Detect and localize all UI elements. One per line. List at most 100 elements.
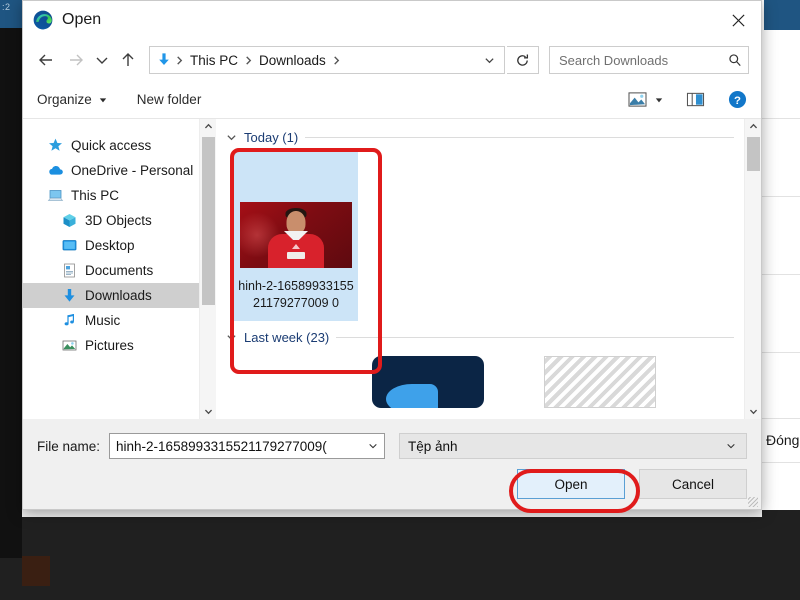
- view-layout-icon[interactable]: [623, 87, 651, 113]
- new-folder-label: New folder: [136, 92, 202, 107]
- thumbnail-shape: [386, 384, 438, 408]
- open-button-wrapper: Open: [517, 469, 625, 499]
- background-row-divider: [762, 274, 800, 275]
- scroll-up-icon[interactable]: [204, 122, 213, 131]
- preview-pane-icon[interactable]: [681, 87, 709, 113]
- tree-scrollbar-thumb[interactable]: [202, 137, 215, 305]
- view-options-caret-icon[interactable]: [651, 87, 667, 113]
- tree-scrollbar[interactable]: [199, 119, 216, 419]
- background-row-divider: [762, 418, 800, 419]
- breadcrumb-separator: [243, 55, 254, 65]
- forward-button[interactable]: [61, 45, 91, 75]
- refresh-button[interactable]: [507, 46, 539, 74]
- help-icon[interactable]: ?: [723, 87, 751, 113]
- downloads-arrow-icon: [156, 52, 172, 68]
- file-tile-partial[interactable]: [544, 356, 656, 408]
- group-label: Today (1): [244, 130, 299, 145]
- background-dark-swatch: [22, 556, 50, 586]
- navigation-tree: Quick access OneDrive - Personal This PC: [23, 119, 199, 419]
- file-tile-partial[interactable]: [372, 356, 484, 408]
- desktop-icon: [61, 237, 78, 254]
- back-button[interactable]: [31, 45, 61, 75]
- background-row-divider: [762, 118, 800, 119]
- sidebar-item-label: Downloads: [85, 288, 152, 303]
- group-header-last-week[interactable]: Last week (23): [222, 327, 744, 348]
- chevron-down-icon[interactable]: [226, 132, 237, 143]
- new-folder-button[interactable]: New folder: [137, 92, 202, 107]
- breadcrumb-separator: [331, 55, 342, 65]
- navigation-bar: This PC Downloads Search Downloads: [23, 39, 761, 81]
- sidebar-item-label: Pictures: [85, 338, 134, 353]
- background-row-divider: [762, 462, 800, 463]
- cube-icon: [61, 212, 78, 229]
- organize-label: Organize: [37, 92, 92, 107]
- background-row-divider: [762, 352, 800, 353]
- background-right-blue-header: [764, 0, 800, 30]
- cancel-button[interactable]: Cancel: [639, 469, 747, 499]
- chevron-down-icon[interactable]: [478, 47, 500, 73]
- cloud-icon: [47, 162, 64, 179]
- group-rule: [336, 337, 734, 338]
- sidebar-item-label: Desktop: [85, 238, 135, 253]
- picture-icon: [61, 337, 78, 354]
- up-one-level-button[interactable]: [113, 45, 143, 75]
- sidebar-item-desktop[interactable]: Desktop: [23, 233, 199, 258]
- search-icon: [728, 53, 742, 67]
- group-rule: [305, 137, 734, 138]
- recent-locations-button[interactable]: [91, 45, 113, 75]
- background-blurred-text: [2, 512, 5, 526]
- resize-grip[interactable]: [748, 497, 758, 507]
- file-type-dropdown[interactable]: Tệp ảnh: [399, 433, 747, 459]
- sidebar-item-label: Quick access: [71, 138, 152, 153]
- file-name-label: hinh-2-1658993315521179277009 0: [238, 279, 354, 310]
- dialog-title: Open: [62, 11, 102, 28]
- sidebar-item-label: Documents: [85, 263, 154, 278]
- organize-button[interactable]: Organize: [37, 92, 107, 107]
- scroll-down-icon[interactable]: [749, 407, 758, 416]
- breadcrumb-downloads[interactable]: Downloads: [254, 53, 331, 68]
- chevron-down-icon[interactable]: [722, 441, 740, 451]
- sidebar-item-label: OneDrive - Personal: [71, 163, 194, 178]
- sidebar-item-quick-access[interactable]: Quick access: [23, 133, 199, 158]
- scroll-up-icon[interactable]: [749, 122, 758, 131]
- file-tiles-last-week: [222, 356, 744, 408]
- scroll-down-icon[interactable]: [204, 407, 213, 416]
- file-list-scrollbar-thumb[interactable]: [747, 137, 760, 171]
- open-button[interactable]: Open: [517, 469, 625, 499]
- cancel-button-label: Cancel: [671, 476, 715, 492]
- chevron-down-icon[interactable]: [364, 441, 382, 451]
- computer-icon: [47, 187, 64, 204]
- sidebar-item-this-pc[interactable]: This PC: [23, 183, 199, 208]
- file-list-pane[interactable]: Today (1) hinh-2-1658993315521179277009 …: [216, 119, 744, 419]
- group-header-today[interactable]: Today (1): [222, 127, 744, 148]
- file-name-row: File name: hinh-2-1658993315521179277009…: [37, 433, 747, 459]
- edge-logo-icon: [33, 10, 53, 30]
- background-row-divider: [762, 196, 800, 197]
- sidebar-item-3d-objects[interactable]: 3D Objects: [23, 208, 199, 233]
- group-label: Last week (23): [244, 330, 330, 345]
- command-bar: Organize New folder ?: [23, 81, 761, 119]
- player-head: [286, 211, 306, 234]
- open-file-dialog: Open This PC Downloads Search Downloads …: [22, 0, 762, 510]
- breadcrumb-this-pc[interactable]: This PC: [185, 53, 243, 68]
- sidebar-item-pictures[interactable]: Pictures: [23, 333, 199, 358]
- search-input[interactable]: Search Downloads: [549, 46, 749, 74]
- background-blue-tile: :2: [0, 0, 22, 28]
- dialog-button-row: Open Cancel: [37, 469, 747, 499]
- address-breadcrumb-bar[interactable]: This PC Downloads: [149, 46, 505, 74]
- breadcrumb-separator: [174, 55, 185, 65]
- file-name-input[interactable]: hinh-2-1658993315521179277009(: [109, 433, 386, 459]
- close-icon[interactable]: [715, 1, 761, 39]
- dialog-body: Quick access OneDrive - Personal This PC: [23, 119, 761, 419]
- background-close-text: Đóng: [766, 432, 800, 448]
- file-thumbnail: [240, 202, 352, 268]
- sidebar-item-documents[interactable]: Documents: [23, 258, 199, 283]
- file-list-scrollbar[interactable]: [744, 119, 761, 419]
- sidebar-item-music[interactable]: Music: [23, 308, 199, 333]
- file-tile-selected[interactable]: hinh-2-1658993315521179277009 0: [234, 150, 358, 321]
- sidebar-item-downloads[interactable]: Downloads: [23, 283, 199, 308]
- document-icon: [61, 262, 78, 279]
- search-placeholder: Search Downloads: [559, 52, 669, 68]
- sidebar-item-onedrive[interactable]: OneDrive - Personal: [23, 158, 199, 183]
- chevron-down-icon[interactable]: [226, 332, 237, 343]
